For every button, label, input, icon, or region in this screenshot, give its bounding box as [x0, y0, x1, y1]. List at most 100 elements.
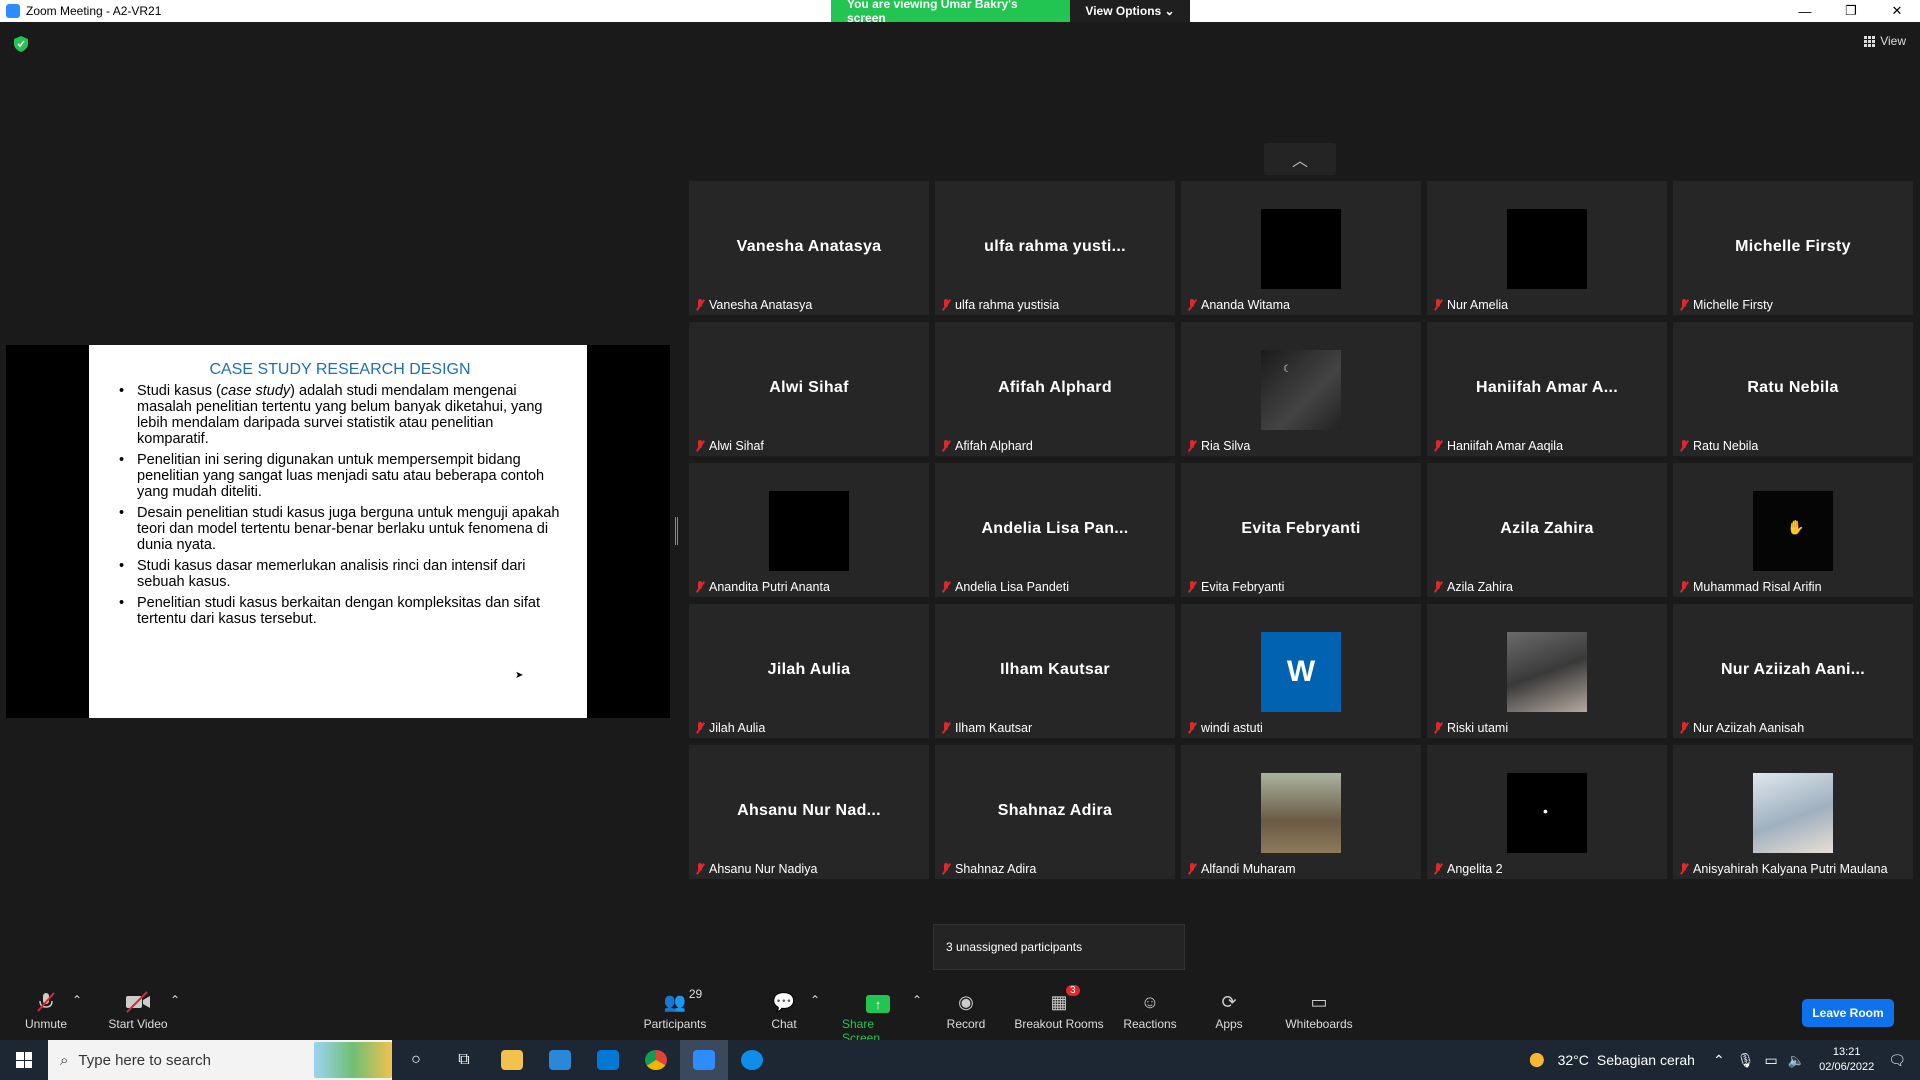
apps-button[interactable]: ⟳ Apps — [1214, 989, 1244, 1031]
participant-tile[interactable]: Ilham Kautsar Ilham Kautsar — [935, 604, 1175, 738]
muted-mic-icon — [941, 863, 951, 875]
muted-mic-icon — [1187, 722, 1197, 734]
breakout-rooms-button[interactable]: ▦ 3 Breakout Rooms — [1014, 985, 1104, 1031]
participant-name: Afifah Alphard — [955, 439, 1033, 453]
participant-tile[interactable]: Andelia Lisa Pan... Andelia Lisa Pandeti — [935, 463, 1175, 597]
participant-tile[interactable]: Muhammad Risal Arifin — [1673, 463, 1913, 597]
participant-name-label: Azila Zahira — [1433, 580, 1513, 594]
participant-tile[interactable]: Afifah Alphard Afifah Alphard — [935, 322, 1175, 456]
whiteboards-button[interactable]: ▭ Whiteboards — [1284, 989, 1354, 1031]
restore-icon[interactable]: ❐ — [1828, 0, 1874, 22]
start-video-button[interactable]: Start Video — [106, 989, 170, 1031]
participant-tile[interactable]: Ananda Witama — [1181, 181, 1421, 315]
participant-tile[interactable]: Ria Silva — [1181, 322, 1421, 456]
show-hidden-icons-icon[interactable]: ⌃ — [1713, 1052, 1725, 1069]
participants-button[interactable]: 👥 29 Participants — [640, 987, 710, 1031]
file-explorer-icon[interactable] — [488, 1040, 536, 1080]
participant-tile[interactable]: Alfandi Muharam — [1181, 745, 1421, 879]
microphone-icon[interactable]: 🎙 — [1737, 1052, 1755, 1069]
participants-count: 29 — [688, 987, 703, 1001]
share-screen-button[interactable]: ↑ Share Screen — [842, 989, 914, 1045]
participant-tile[interactable]: Ahsanu Nur Nad... Ahsanu Nur Nadiya — [689, 745, 929, 879]
whiteboard-icon: ▭ — [1310, 992, 1328, 1012]
notifications-icon[interactable]: 🗨 — [1888, 1052, 1906, 1069]
zoom-taskbar-icon[interactable] — [680, 1040, 728, 1080]
view-label: View — [1880, 34, 1906, 48]
participant-name: windi astuti — [1201, 721, 1263, 735]
gallery-page-up-button[interactable]: ︿ — [1264, 143, 1336, 175]
participant-name-label: Ananda Witama — [1187, 298, 1290, 312]
participant-tile[interactable]: ulfa rahma yusti... ulfa rahma yustisia — [935, 181, 1175, 315]
leave-room-button[interactable]: Leave Room — [1802, 999, 1894, 1027]
participant-tile[interactable]: Riski utami — [1427, 604, 1667, 738]
share-options-caret[interactable]: ⌃ — [912, 993, 922, 1007]
zoom-window: Zoom Meeting - A2-VR21 You are viewing U… — [0, 0, 1920, 1080]
participant-tile[interactable]: Michelle Firsty Michelle Firsty — [1673, 181, 1913, 315]
view-button[interactable]: View — [1864, 34, 1906, 48]
mail-icon[interactable] — [584, 1040, 632, 1080]
cortana-icon[interactable]: ○ — [392, 1040, 440, 1080]
volume-icon[interactable]: 🔈 — [1788, 1052, 1805, 1069]
participant-tile[interactable]: Ratu Nebila Ratu Nebila — [1673, 322, 1913, 456]
participant-video-thumbnail — [1507, 209, 1587, 289]
mouse-cursor-icon: ➤ — [515, 670, 524, 681]
shield-icon[interactable] — [14, 36, 28, 52]
participant-tile[interactable]: Angelita 2 — [1427, 745, 1667, 879]
search-placeholder: Type here to search — [78, 1051, 211, 1069]
taskbar-clock[interactable]: 13:21 02/06/2022 — [1819, 1045, 1874, 1075]
chat-icon: 💬 — [772, 992, 796, 1012]
participant-tile[interactable]: Anandita Putri Ananta — [689, 463, 929, 597]
participant-name: Riski utami — [1447, 721, 1509, 735]
audio-options-caret[interactable]: ⌃ — [72, 993, 82, 1007]
participant-tile[interactable]: Evita Febryanti Evita Febryanti — [1181, 463, 1421, 597]
participant-name: Ahsanu Nur Nadiya — [709, 862, 818, 876]
teamviewer-icon[interactable] — [728, 1040, 776, 1080]
presentation-slide: CASE STUDY RESEARCH DESIGN Studi kasus (… — [89, 345, 587, 718]
participant-tile[interactable]: Nur Aziizah Aani... Nur Aziizah Aanisah — [1673, 604, 1913, 738]
participant-name-label: Ahsanu Nur Nadiya — [695, 862, 817, 876]
partly-sunny-icon — [1527, 1052, 1550, 1068]
grid-view-icon — [1864, 35, 1876, 47]
window-title: Zoom Meeting - A2-VR21 — [26, 4, 162, 18]
participant-tile[interactable]: Shahnaz Adira Shahnaz Adira — [935, 745, 1175, 879]
video-options-caret[interactable]: ⌃ — [170, 993, 180, 1007]
chat-button[interactable]: 💬 Chat — [768, 989, 800, 1031]
chrome-icon[interactable] — [632, 1040, 680, 1080]
record-button[interactable]: ◉ Record — [946, 989, 986, 1031]
slide-bullet: Studi kasus dasar memerlukan analisis ri… — [117, 558, 563, 590]
participant-tile[interactable]: Azila Zahira Azila Zahira — [1427, 463, 1667, 597]
unmute-button[interactable]: Unmute — [22, 989, 70, 1031]
participant-tile[interactable]: Anisyahirah Kalyana Putri Maulana — [1673, 745, 1913, 879]
participant-video-thumbnail — [1507, 632, 1587, 712]
participant-tile[interactable]: Vanesha Anatasya Vanesha Anatasya — [689, 181, 929, 315]
minimize-icon[interactable]: — — [1782, 0, 1828, 22]
participant-tile[interactable]: Wwindi astuti — [1181, 604, 1421, 738]
muted-mic-icon — [1187, 299, 1197, 311]
weather-widget[interactable]: 32°C Sebagian cerah — [1527, 1052, 1695, 1068]
participant-display-name: Azila Zahira — [1500, 520, 1594, 537]
participant-name-label: Shahnaz Adira — [941, 862, 1036, 876]
participant-name: Andelia Lisa Pandeti — [955, 580, 1069, 594]
participant-video-thumbnail — [1753, 773, 1833, 853]
participant-tile[interactable]: Nur Amelia — [1427, 181, 1667, 315]
view-options-button[interactable]: View Options ⌄ — [1070, 0, 1190, 22]
muted-mic-icon — [1679, 299, 1689, 311]
split-view-handle[interactable] — [675, 517, 678, 545]
participant-tile[interactable]: Jilah Aulia Jilah Aulia — [689, 604, 929, 738]
participant-video-thumbnail — [769, 491, 849, 571]
participant-name: Michelle Firsty — [1693, 298, 1773, 312]
muted-mic-icon — [941, 299, 951, 311]
chat-options-caret[interactable]: ⌃ — [810, 993, 820, 1007]
microsoft-store-icon[interactable] — [536, 1040, 584, 1080]
participant-name-label: Evita Febryanti — [1187, 580, 1284, 594]
participant-video-thumbnail — [1261, 773, 1341, 853]
taskbar-search-box[interactable]: ⌕ Type here to search — [48, 1040, 392, 1080]
participant-name: Alwi Sihaf — [709, 439, 764, 453]
task-view-icon[interactable]: ⧉ — [440, 1040, 488, 1080]
reactions-button[interactable]: ☺ Reactions — [1123, 989, 1176, 1031]
participant-tile[interactable]: Haniifah Amar A... Haniifah Amar Aaqila — [1427, 322, 1667, 456]
windows-start-button[interactable] — [0, 1040, 48, 1080]
close-icon[interactable]: ✕ — [1874, 0, 1920, 22]
participant-tile[interactable]: Alwi Sihaf Alwi Sihaf — [689, 322, 929, 456]
network-icon[interactable]: ▭ — [1764, 1052, 1777, 1069]
